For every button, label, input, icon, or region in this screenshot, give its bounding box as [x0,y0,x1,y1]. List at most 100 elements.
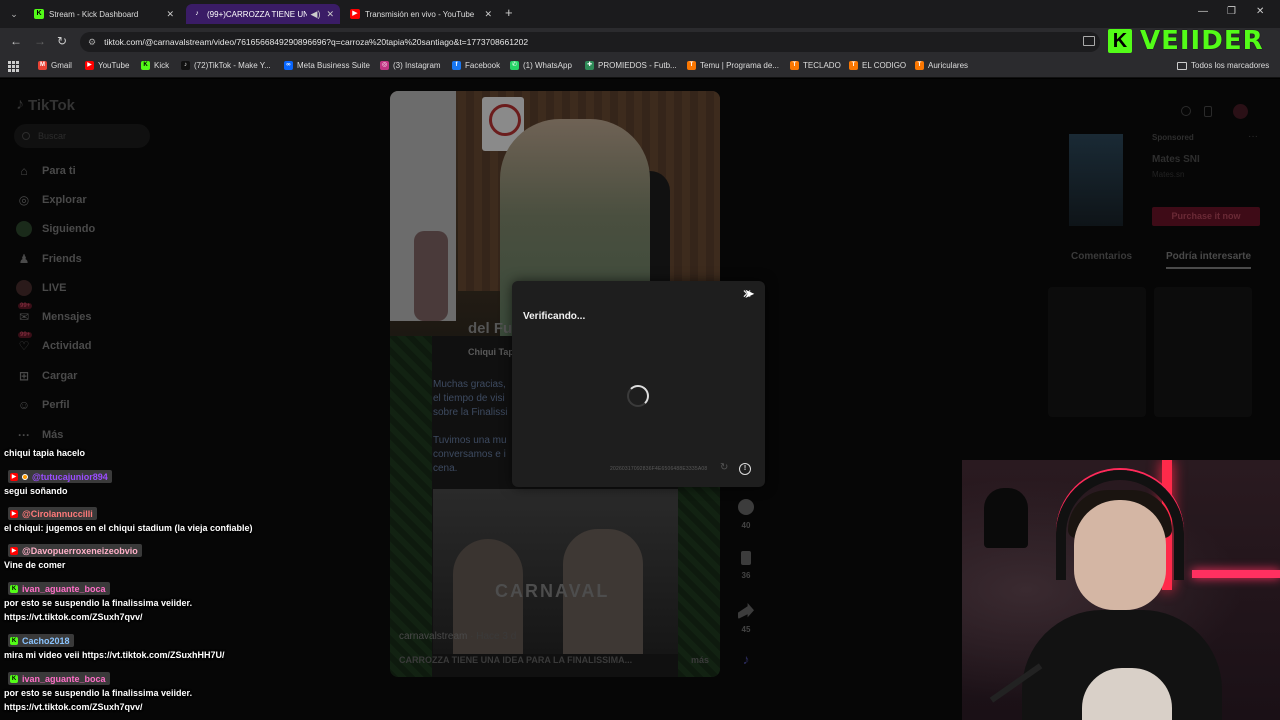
youtube-icon: ▶ [10,472,18,481]
nav-label: Para ti [42,165,76,177]
video-author-link[interactable]: carnavalstream [399,631,467,642]
chat-message: mira mi video veii https://vt.tiktok.com… [4,650,225,660]
meta-icon: ∞ [284,61,293,70]
nav-explorar[interactable]: ◎ Explorar [16,192,87,208]
refresh-icon[interactable]: ↻ [720,462,728,473]
bookmark-label: Todos los marcadores [1191,61,1270,70]
bookmark-label: Auriculares [928,61,969,70]
temu-icon: T [849,61,858,70]
comment-button[interactable]: 40 [736,499,756,530]
tab-search-button[interactable]: ⌄ [6,6,22,22]
video-caption: CARROZZA TIENE UNA IDEA PARA LA FINALISS… [399,655,709,665]
nav-label: Explorar [42,194,87,206]
close-tab-icon[interactable]: ✕ [484,9,492,20]
bookmark-el-codigo[interactable]: T EL CODIGO [849,61,906,70]
tab-podria-interesarte[interactable]: Podría interesarte [1166,251,1252,269]
facebook-icon: f [452,61,461,70]
nav-friends[interactable]: ♟ Friends [16,251,82,267]
phone-icon[interactable] [1204,106,1212,117]
nav-perfil[interactable]: ☺ Perfil [16,397,70,413]
nav-label: Cargar [42,370,78,382]
username-text: Cacho2018 [22,635,70,646]
tiktok-logo[interactable]: ♪ TikTok [16,96,75,114]
bookmark-label: (72)TikTok - Make Y... [194,61,271,70]
site-info-icon[interactable]: ⚙ [88,37,96,48]
minimize-icon[interactable]: — [1198,6,1208,17]
apps-grid-icon[interactable] [8,61,19,72]
info-icon[interactable]: ! [739,463,751,475]
more-link[interactable]: más [691,655,709,665]
close-tab-icon[interactable]: ✕ [166,9,174,20]
video-date: Hace 3 d [476,631,517,642]
tiktok-mini-icon: ♪ [742,651,750,667]
search-input[interactable]: Buscar [14,124,150,148]
tab-youtube-live[interactable]: ▶ Transmisión en vivo - YouTube ✕ [344,4,498,24]
tab-tiktok-video[interactable]: ♪ (99+)CARROZZA TIENE UNA ◀) ✕ [186,4,340,24]
nav-label: Actividad [42,340,92,352]
bookmark-kick[interactable]: K Kick [141,61,169,70]
nav-mensajes[interactable]: ✉ 99+ Mensajes [16,303,92,325]
following-icon [16,221,32,237]
bookmark-tiktok[interactable]: ♪ (72)TikTok - Make Y... [181,61,271,70]
bookmark-instagram[interactable]: ◎ (3) Instagram [380,61,441,70]
bookmark-promiedos[interactable]: ✚ PROMIEDOS - Futb... [585,61,677,70]
close-window-icon[interactable]: ✕ [1256,6,1264,17]
bookmark-temu[interactable]: T Temu | Programa de... [687,61,779,70]
tab-kick-dashboard[interactable]: K Stream - Kick Dashboard ✕ [28,4,180,24]
bookmark-label: EL CODIGO [862,61,907,70]
share-button[interactable]: 45 [736,603,756,634]
close-tab-icon[interactable]: ✕ [326,9,334,20]
gmail-icon: M [38,61,47,70]
bookmark-youtube[interactable]: ▶ YouTube [85,61,129,70]
nav-mas[interactable]: ··· Más [16,427,63,443]
ad-title[interactable]: Mates SNI [1152,154,1200,165]
bookmark-facebook[interactable]: f Facebook [452,61,500,70]
kick-icon: K [34,9,44,19]
bookmark-label: Kick [154,61,170,70]
save-button[interactable]: 36 [736,551,756,580]
suggested-video[interactable] [1154,287,1252,417]
chat-message: segui soñando [4,486,68,496]
all-bookmarks-button[interactable]: Todos los marcadores [1177,61,1269,70]
loading-spinner [627,385,649,407]
speaker-icon[interactable]: ◀) [311,9,321,20]
save-icon [741,551,751,565]
back-icon[interactable]: ← [10,34,22,48]
messages-icon: ✉ [18,310,30,324]
nav-live[interactable]: LIVE [16,280,66,296]
youtube-icon: ▶ [10,546,18,555]
more-options-icon[interactable]: ··· [1248,131,1258,142]
bookmark-whatsapp[interactable]: ✆ (1) WhatsApp [510,61,572,70]
suggested-video[interactable] [1048,287,1146,417]
forward-icon[interactable]: → [34,34,46,48]
youtube-icon: ▶ [85,61,94,70]
bookmark-gmail[interactable]: M Gmail [38,61,72,70]
cast-icon[interactable] [1083,36,1095,46]
streamer-logo: K VEIIDER [1108,26,1264,56]
tab-comentarios[interactable]: Comentarios [1071,251,1132,262]
nav-label: Perfil [42,399,70,411]
ad-thumbnail[interactable] [1069,134,1123,226]
bookmark-teclado[interactable]: T TECLADO [790,61,841,70]
nav-para-ti[interactable]: ⌂ Para ti [16,163,76,179]
reload-icon[interactable]: ↻ [57,34,67,48]
kick-logo-icon: K [1108,29,1132,53]
url-field[interactable]: ⚙ tiktok.com/@carnavalstream/video/76165… [80,32,1100,52]
activity-icon: ♡ [18,339,30,353]
purchase-button[interactable]: Purchase it now [1152,207,1260,226]
chat-message: https://vt.tiktok.com/ZSuxh7qvv/ [4,702,143,712]
restore-icon[interactable]: ❐ [1227,6,1236,17]
bookmark-label: Facebook [465,61,501,70]
compass-icon[interactable] [1181,106,1191,116]
bookmark-label: (1) WhatsApp [523,61,572,70]
new-tab-button[interactable]: + [505,5,513,20]
avatar[interactable] [1233,104,1248,119]
bookmark-auriculares[interactable]: T Auriculares [915,61,968,70]
nav-siguiendo[interactable]: Siguiendo [16,221,95,237]
home-icon: ⌂ [20,164,28,178]
bookmark-meta[interactable]: ∞ Meta Business Suite [284,61,370,70]
nav-actividad[interactable]: ♡ 99+ Actividad [16,332,92,354]
chat-username: ▶ @Davopuerroxeneizeobvio [8,544,142,557]
nav-cargar[interactable]: ⊞ Cargar [16,368,78,384]
youtube-icon: ▶ [350,9,360,19]
